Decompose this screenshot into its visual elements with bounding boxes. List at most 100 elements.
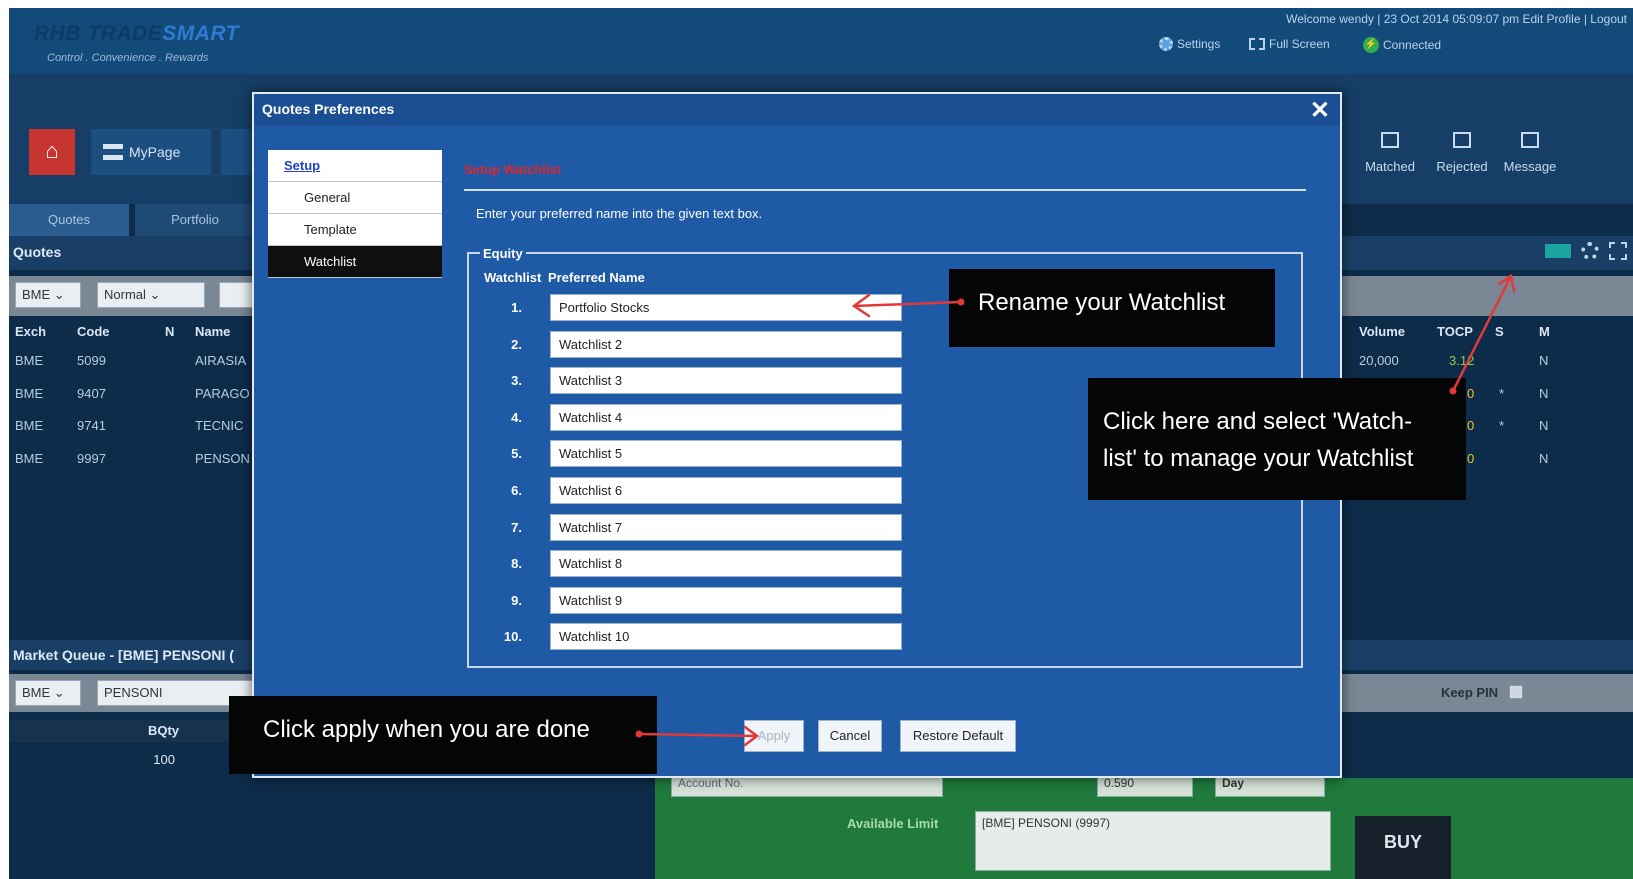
matched-icon <box>1381 132 1399 148</box>
col-m: M <box>1539 324 1550 339</box>
row-s: * <box>1499 418 1505 433</box>
watchlist-name-input[interactable] <box>550 294 902 321</box>
tab-quotes[interactable]: Quotes <box>9 204 129 236</box>
connected-icon: ⚡ <box>1363 37 1379 53</box>
watchlist-number: 3. <box>511 373 522 389</box>
menu-item-setup[interactable]: Setup <box>268 150 442 182</box>
row-name[interactable]: PARAGO <box>195 386 250 401</box>
matched-button[interactable]: Matched <box>1355 132 1425 174</box>
annotation-watchlist: Click here and select 'Watch- list' to m… <box>1088 378 1466 500</box>
watchlist-name-input[interactable] <box>550 550 902 578</box>
settings-link[interactable]: Settings <box>1159 37 1220 51</box>
col-watchlist: Watchlist <box>484 270 542 285</box>
watchlist-name-input[interactable] <box>550 440 902 468</box>
keep-pin-checkbox[interactable] <box>1509 685 1523 699</box>
bqty-header: BQty <box>9 720 259 742</box>
keep-pin-label: Keep PIN <box>1441 685 1499 700</box>
annotation-apply: Click apply when you are done <box>229 696 657 774</box>
col-s: S <box>1495 324 1504 339</box>
row-m: N <box>1539 451 1549 466</box>
cancel-button[interactable]: Cancel <box>818 720 882 752</box>
exchange-select[interactable]: BME ⌄ <box>15 282 81 308</box>
watchlist-name-input[interactable] <box>550 623 902 651</box>
watchlist-number: 9. <box>511 592 522 608</box>
fullscreen-icon <box>1249 38 1265 50</box>
col-n: N <box>165 324 175 339</box>
watchlist-name-input[interactable] <box>550 513 902 541</box>
row-name[interactable]: PENSON <box>195 451 250 466</box>
grid-icon <box>103 144 123 160</box>
available-limit-label: Available Limit <box>847 816 939 831</box>
watchlist-name-input[interactable] <box>550 330 902 358</box>
section-divider <box>464 189 1306 191</box>
mq-exchange-select[interactable]: BME ⌄ <box>15 680 81 706</box>
logo: RHB TRADESMART <box>34 22 239 45</box>
mypage-button[interactable]: MyPage <box>91 129 211 175</box>
rejected-button[interactable]: Rejected <box>1427 132 1497 174</box>
row-exch[interactable]: BME <box>15 418 43 433</box>
col-name: Name <box>195 324 231 339</box>
row-code[interactable]: 5099 <box>77 353 106 368</box>
row-code[interactable]: 9407 <box>77 386 106 401</box>
home-button[interactable]: ⌂ <box>29 129 75 175</box>
message-icon <box>1521 132 1539 148</box>
watchlist-name-input[interactable] <box>550 367 902 395</box>
connection-status: ⚡ Connected <box>1363 37 1442 53</box>
watchlist-name-input[interactable] <box>550 586 902 614</box>
annotation-rename: Rename your Watchlist <box>949 269 1275 347</box>
watchlist-number: 1. <box>511 300 522 315</box>
section-title: Setup Watchlist <box>464 162 562 177</box>
bqty-value: 100 <box>153 752 175 767</box>
fullscreen-icon[interactable] <box>1609 242 1627 260</box>
welcome-text[interactable]: Welcome wendy | 23 Oct 2014 05:09:07 pm … <box>1286 12 1627 26</box>
row-exch[interactable]: BME <box>15 386 43 401</box>
instruction-text: Enter your preferred name into the given… <box>476 206 763 221</box>
watchlist-number: 4. <box>511 409 522 425</box>
watchlist-name-input[interactable] <box>550 477 902 504</box>
menu-item-general[interactable]: General <box>268 182 442 214</box>
close-icon[interactable]: ✕ <box>1310 96 1330 125</box>
row-m: N <box>1539 386 1549 401</box>
watchlist-number: 8. <box>511 556 522 572</box>
col-exch: Exch <box>15 324 47 339</box>
col-volume: Volume <box>1359 324 1405 339</box>
row-tocp: 3.12 <box>1449 353 1475 368</box>
menu-item-template[interactable]: Template <box>268 214 442 246</box>
app-stage: RHB TRADESMART Control . Convenience . R… <box>9 8 1633 879</box>
row-exch[interactable]: BME <box>15 451 43 466</box>
col-preferred-name: Preferred Name <box>548 270 645 285</box>
restore-default-button[interactable]: Restore Default <box>900 720 1016 752</box>
row-m: N <box>1539 418 1549 433</box>
quotes-toolbar <box>1545 242 1627 260</box>
preferences-menu: Setup General Template Watchlist <box>268 150 442 278</box>
row-m: N <box>1539 353 1549 368</box>
buy-button[interactable]: BUY <box>1355 816 1451 879</box>
logo-tagline: Control . Convenience . Rewards <box>47 52 209 64</box>
row-code[interactable]: 9741 <box>77 418 106 433</box>
watchlist-name-input[interactable] <box>550 403 902 431</box>
row-tocp: 0 <box>1467 451 1475 466</box>
row-name[interactable]: AIRASIA <box>195 353 246 368</box>
layout-icon[interactable] <box>1545 244 1571 258</box>
message-button[interactable]: Message <box>1495 132 1565 174</box>
col-code: Code <box>77 324 110 339</box>
home-icon: ⌂ <box>45 138 59 163</box>
watchlist-number: 2. <box>511 336 522 352</box>
watchlist-number: 5. <box>511 446 522 462</box>
dialog-title: Quotes Preferences <box>262 101 395 117</box>
row-volume: 20,000 <box>1359 353 1399 368</box>
row-s: * <box>1499 386 1505 401</box>
order-stock-field[interactable]: [BME] PENSONI (9997) <box>975 811 1331 871</box>
gear-icon[interactable] <box>1581 242 1599 260</box>
watchlist-number: 7. <box>511 519 522 535</box>
apply-button[interactable]: Apply <box>744 720 804 752</box>
watchlist-number: 6. <box>511 483 522 498</box>
menu-item-watchlist[interactable]: Watchlist <box>268 246 442 278</box>
tab-portfolio[interactable]: Portfolio <box>135 204 255 236</box>
board-select[interactable]: Normal ⌄ <box>97 282 205 308</box>
row-exch[interactable]: BME <box>15 353 43 368</box>
row-code[interactable]: 9997 <box>77 451 106 466</box>
full-screen-link[interactable]: Full Screen <box>1249 37 1330 51</box>
row-tocp: 0 <box>1467 386 1475 401</box>
row-name[interactable]: TECNIC <box>195 418 243 433</box>
